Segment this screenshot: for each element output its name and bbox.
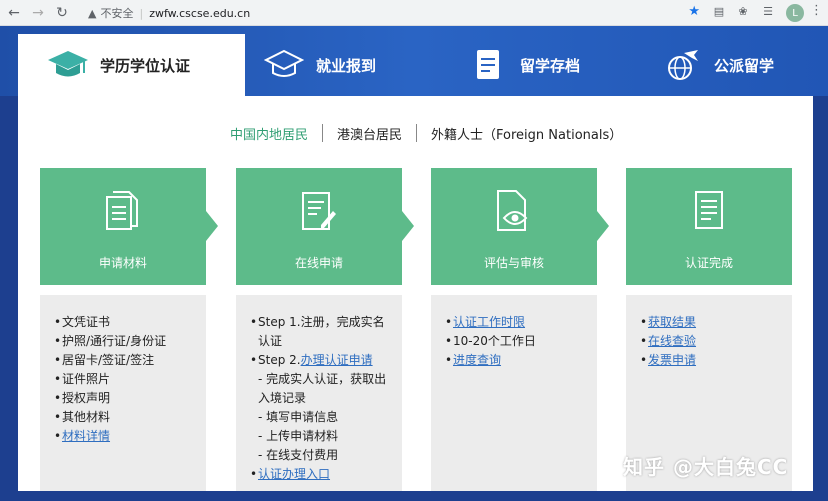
certificate-icon [691,188,727,234]
list-item: • 其他材料 [54,410,111,424]
certification-entry-link[interactable]: 认证办理入口 [258,465,330,484]
list-item: • 材料详情 [54,427,192,446]
forward-icon[interactable]: → [28,3,48,23]
cap-outline-icon [262,47,306,83]
step-certification-complete: 认证完成 [626,168,792,285]
globe-plane-icon [660,47,704,83]
reader-icon[interactable]: ▤ [711,3,727,19]
graduation-cap-icon [46,47,90,83]
step-online-application: 在线申请 [236,168,402,285]
subtab-hk-macao-taiwan[interactable]: 港澳台居民 [323,124,416,143]
step-arrow [597,211,609,241]
subtab-foreign-nationals[interactable]: 外籍人士（Foreign Nationals） [417,124,636,143]
profile-avatar[interactable]: L [786,4,804,22]
list-item: • 发票申请 [640,351,778,370]
certification-panel: 中国内地居民 港澳台居民 外籍人士（Foreign Nationals） 申请材… [18,96,813,491]
list-subitem: - 完成实人认证，获取出入境记录 [258,372,387,405]
archive-document-icon [466,47,510,83]
tab-label: 留学存档 [520,56,581,75]
list-subitem: - 上传申请材料 [258,429,339,443]
tab-degree-certification[interactable]: 学历学位认证 [18,34,245,96]
step-label: 在线申请 [294,256,343,270]
list-item: • 居留卡/签证/签注 [54,353,155,367]
tab-employment-report[interactable]: 就业报到 [262,34,412,96]
step-label: 评估与审核 [483,256,544,270]
invoice-request-link[interactable]: 发票申请 [648,351,696,370]
get-result-link[interactable]: 获取结果 [648,313,696,332]
apply-certification-link[interactable]: 办理认证申请 [301,353,373,367]
processing-time-link[interactable]: 认证工作时限 [453,313,525,332]
tab-label: 公派留学 [714,56,775,75]
reload-icon[interactable]: ↻ [52,3,72,23]
bookmark-star-icon[interactable]: ★ [688,4,700,19]
list-item: • 在线查验 [640,332,778,351]
list-item: • 认证办理入口 [250,465,388,484]
materials-list: • 文凭证书 • 护照/通行证/身份证 • 居留卡/签证/签注 • 证件照片 • 授权声明… [40,295,206,491]
progress-query-link[interactable]: 进度查询 [453,351,501,370]
review-eye-icon [492,188,536,234]
watermark-text: 知乎 @大白兔CC [623,455,789,479]
list-item: • 获取结果 [640,313,778,332]
tab-study-abroad-archive[interactable]: 留学存档 [466,34,616,96]
list-item: • 授权声明 [54,391,111,405]
back-icon[interactable]: ← [4,3,24,23]
list-item: • 进度查询 [445,351,583,370]
warning-icon: ▲ [88,6,97,20]
browser-toolbar: ← → ↻ ▲ 不安全 | zwfw.cscse.edu.cn ★ ▤ ❀ ☰ … [0,0,828,26]
list-item: • 护照/通行证/身份证 [54,334,167,348]
list-item: • 认证工作时限 [445,313,583,332]
step-evaluation-review: 评估与审核 [431,168,597,285]
residency-subtabs: 中国内地居民 港澳台居民 外籍人士（Foreign Nationals） [216,123,636,143]
tab-label: 就业报到 [316,56,377,75]
menu-icon[interactable]: ⋮ [810,3,823,18]
step-application-materials: 申请材料 [40,168,206,285]
list-subitem: - 在线支付费用 [258,448,339,462]
list-item: • 证件照片 [54,372,111,386]
materials-details-link[interactable]: 材料详情 [62,427,110,446]
review-info-list: • 认证工作时限 • 10-20个工作日 • 进度查询 [431,295,597,491]
address-bar[interactable]: ▲ 不安全 | zwfw.cscse.edu.cn ★ [80,3,706,23]
documents-icon [103,188,143,234]
step-arrow [206,211,218,241]
list-item: • Step 2.办理认证申请 [250,353,373,367]
online-verify-link[interactable]: 在线查验 [648,332,696,351]
list-subitem: - 填写申请信息 [258,410,339,424]
edit-form-icon [299,188,339,234]
extensions-icon[interactable]: ❀ [735,3,751,19]
tab-government-sponsored[interactable]: 公派留学 [660,34,810,96]
security-label: 不安全 [100,7,134,20]
online-application-steps: • Step 1.注册，完成实名认证 • Step 2.办理认证申请 - 完成实人认… [236,295,402,491]
step-label: 认证完成 [684,256,733,270]
address-separator: | [139,6,144,20]
step-arrow [402,211,414,241]
url-text: zwfw.cscse.edu.cn [149,6,251,20]
subtab-mainland-residents[interactable]: 中国内地居民 [216,124,322,143]
list-item: • 10-20个工作日 [445,334,536,348]
tab-label: 学历学位认证 [100,56,191,75]
list-item: • 文凭证书 [54,315,111,329]
step-label: 申请材料 [98,256,147,270]
media-icon[interactable]: ☰ [760,3,776,19]
list-item: • Step 1.注册，完成实名认证 [250,315,385,348]
